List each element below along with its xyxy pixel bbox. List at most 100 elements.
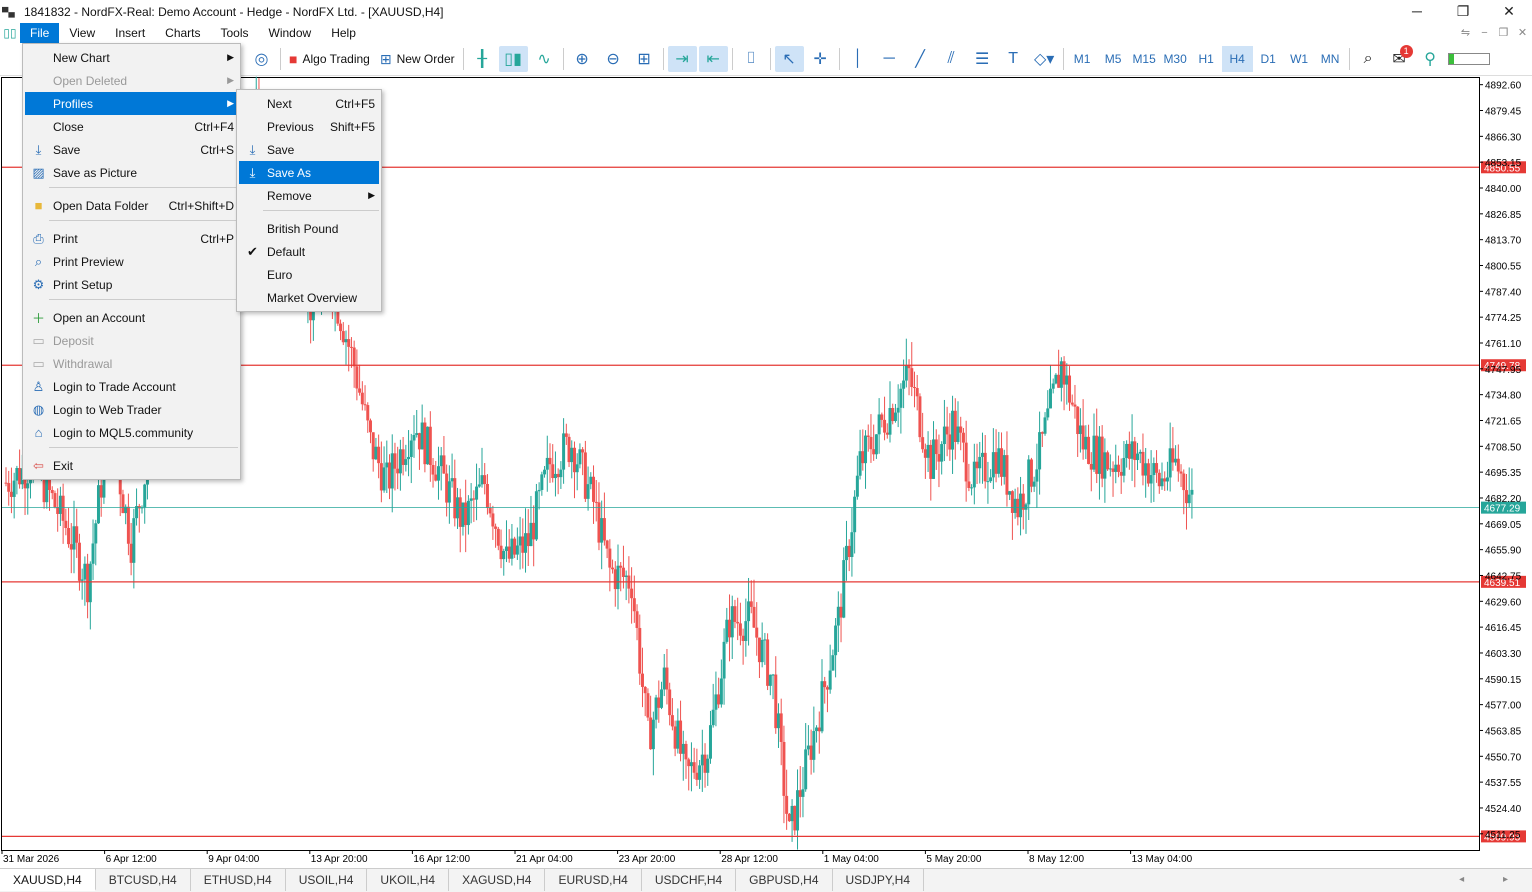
tab-xauusd[interactable]: XAUUSD,H4	[0, 869, 96, 891]
profiles-item-remove[interactable]: Remove ▶	[239, 184, 379, 207]
zoom-in-icon[interactable]: ⊕	[568, 46, 597, 72]
candle-body	[1136, 453, 1140, 461]
line-chart-icon[interactable]: ∿	[530, 46, 559, 72]
algo-trading-button[interactable]: ■ Algo Trading	[285, 46, 374, 72]
tab-eurusd[interactable]: EURUSD,H4	[545, 869, 642, 891]
restore-button[interactable]: ❐	[1440, 0, 1486, 23]
title-bar: ▀▄ 1841832 - NordFX-Real: Demo Account -…	[0, 0, 1532, 23]
profiles-item-default[interactable]: ✔ Default	[239, 240, 379, 263]
text-tool-icon[interactable]: T	[999, 46, 1028, 72]
mdi-close-button[interactable]: ✕	[1513, 23, 1532, 43]
menu-item-new-chart[interactable]: New Chart ▶	[25, 46, 238, 69]
tab-scroll-arrows[interactable]: ◂ ▸	[1459, 869, 1526, 891]
menu-window[interactable]: Window	[259, 23, 322, 43]
menu-item-open-an-account[interactable]: ＋ Open an Account	[25, 306, 238, 329]
menu-item-save-as-picture[interactable]: ▨ Save as Picture	[25, 161, 238, 184]
menu-file[interactable]: File	[20, 23, 60, 43]
timeframe-w1[interactable]: W1	[1284, 46, 1315, 72]
candle-body	[624, 575, 628, 577]
menu-item-login-mql5[interactable]: ⌂ Login to MQL5.community	[25, 421, 238, 444]
tab-ukoil[interactable]: UKOIL,H4	[367, 869, 450, 891]
candle-body	[592, 476, 596, 502]
menu-view[interactable]: View	[59, 23, 105, 43]
price-tick-label: 4879.45	[1485, 107, 1522, 118]
price-tick-label: 4734.80	[1485, 391, 1522, 402]
trendline-icon[interactable]: ╱	[906, 46, 935, 72]
profiles-item-market-overview[interactable]: Market Overview	[239, 286, 379, 309]
menu-insert[interactable]: Insert	[105, 23, 155, 43]
zoom-out-icon[interactable]: ⊖	[599, 46, 628, 72]
tab-btcusd[interactable]: BTCUSD,H4	[96, 869, 191, 891]
timeframe-m30[interactable]: M30	[1160, 46, 1191, 72]
candle-body	[15, 468, 19, 481]
timeframe-m1[interactable]: M1	[1067, 46, 1098, 72]
timeframe-d1[interactable]: D1	[1253, 46, 1284, 72]
tab-ethusd[interactable]: ETHUSD,H4	[191, 869, 286, 891]
tab-usdjpy[interactable]: USDJPY,H4	[833, 869, 924, 891]
candle-body	[72, 526, 76, 550]
menu-item-open-data-folder[interactable]: ■ Open Data Folder Ctrl+Shift+D	[25, 194, 238, 217]
candle-body	[812, 731, 816, 760]
menu-item-save[interactable]: ⤓ Save Ctrl+S	[25, 138, 238, 161]
new-order-button[interactable]: ⊞ New Order	[376, 46, 459, 72]
screenshot-icon[interactable]: ⌷	[737, 46, 766, 72]
menu-item-print-setup[interactable]: ⚙ Print Setup	[25, 273, 238, 296]
autoscroll-icon[interactable]: ⇥	[667, 46, 697, 72]
tab-usdchf[interactable]: USDCHF,H4	[642, 869, 737, 891]
notifications-icon[interactable]: ✉ 1	[1385, 45, 1414, 72]
shapes-icon[interactable]: ◇▾	[1030, 46, 1059, 72]
mdi-restore-button[interactable]: ❐	[1494, 23, 1513, 43]
timeframe-m5[interactable]: M5	[1098, 46, 1129, 72]
fibonacci-icon[interactable]: ☰	[968, 46, 997, 72]
menu-help[interactable]: Help	[321, 23, 366, 43]
timeframe-mn[interactable]: MN	[1315, 46, 1346, 72]
timeframe-m15[interactable]: M15	[1129, 46, 1160, 72]
mdi-float-icon[interactable]: ⇋	[1456, 23, 1475, 43]
print-preview-icon: ⌕	[34, 253, 43, 269]
candle-body	[1095, 435, 1099, 474]
profiles-item-euro[interactable]: Euro	[239, 263, 379, 286]
timeframe-h4[interactable]: H4	[1221, 46, 1253, 72]
search-icon[interactable]: ⌕	[1354, 46, 1383, 72]
channel-icon[interactable]: ⫽	[937, 46, 966, 72]
tab-xagusd[interactable]: XAGUSD,H4	[449, 869, 546, 891]
market-signals-icon[interactable]: ◎	[247, 46, 276, 72]
price-tick-label: 4603.30	[1485, 649, 1522, 660]
menu-item-close[interactable]: Close Ctrl+F4	[25, 115, 238, 138]
minimize-button[interactable]: ─	[1394, 0, 1440, 23]
tab-gbpusd[interactable]: GBPUSD,H4	[736, 869, 833, 891]
menu-item-print[interactable]: ⎙ Print Ctrl+P	[25, 227, 238, 250]
horizontal-line-icon[interactable]: ─	[875, 46, 904, 72]
candle-body	[844, 545, 848, 561]
profiles-item-save[interactable]: ⤓ Save	[239, 138, 379, 161]
chart-shift-icon[interactable]: ⇤	[698, 46, 728, 72]
menu-item-login-trade-account[interactable]: ♙ Login to Trade Account	[25, 375, 238, 398]
candlestick-chart-icon[interactable]: ▯▮	[498, 46, 528, 72]
menu-charts[interactable]: Charts	[155, 23, 210, 43]
menu-item-profiles[interactable]: Profiles ▶	[25, 92, 238, 115]
crosshair-icon[interactable]: ✛	[806, 46, 835, 72]
profiles-item-save-as[interactable]: ⤓ Save As	[239, 161, 379, 184]
candle-body	[1160, 478, 1164, 487]
menu-item-print-preview[interactable]: ⌕ Print Preview	[25, 250, 238, 273]
bar-chart-icon[interactable]: ╂	[468, 46, 497, 72]
candle-body	[804, 749, 808, 790]
timeframe-h1[interactable]: H1	[1191, 46, 1222, 72]
mdi-minimize-button[interactable]: −	[1475, 23, 1494, 43]
profiles-item-british-pound[interactable]: British Pound	[239, 217, 379, 240]
price-tick-label: 4866.30	[1485, 132, 1522, 143]
menu-item-login-web-trader[interactable]: ◍ Login to Web Trader	[25, 398, 238, 421]
price-tick-label: 4840.00	[1485, 184, 1522, 195]
menu-item-exit[interactable]: ⇦ Exit	[25, 454, 238, 477]
vertical-line-icon[interactable]: │	[844, 46, 873, 72]
close-button[interactable]: ✕	[1486, 0, 1532, 23]
price-tick-label: 4682.20	[1485, 494, 1522, 505]
profiles-item-next[interactable]: Next Ctrl+F5	[239, 92, 379, 115]
candle-body	[4, 482, 8, 484]
cursor-icon[interactable]: ↖	[774, 46, 804, 72]
tab-usoil[interactable]: USOIL,H4	[286, 869, 368, 891]
menu-tools[interactable]: Tools	[211, 23, 259, 43]
candle-body	[932, 439, 936, 479]
tile-windows-icon[interactable]: ⊞	[630, 46, 659, 72]
profiles-item-previous[interactable]: Previous Shift+F5	[239, 115, 379, 138]
